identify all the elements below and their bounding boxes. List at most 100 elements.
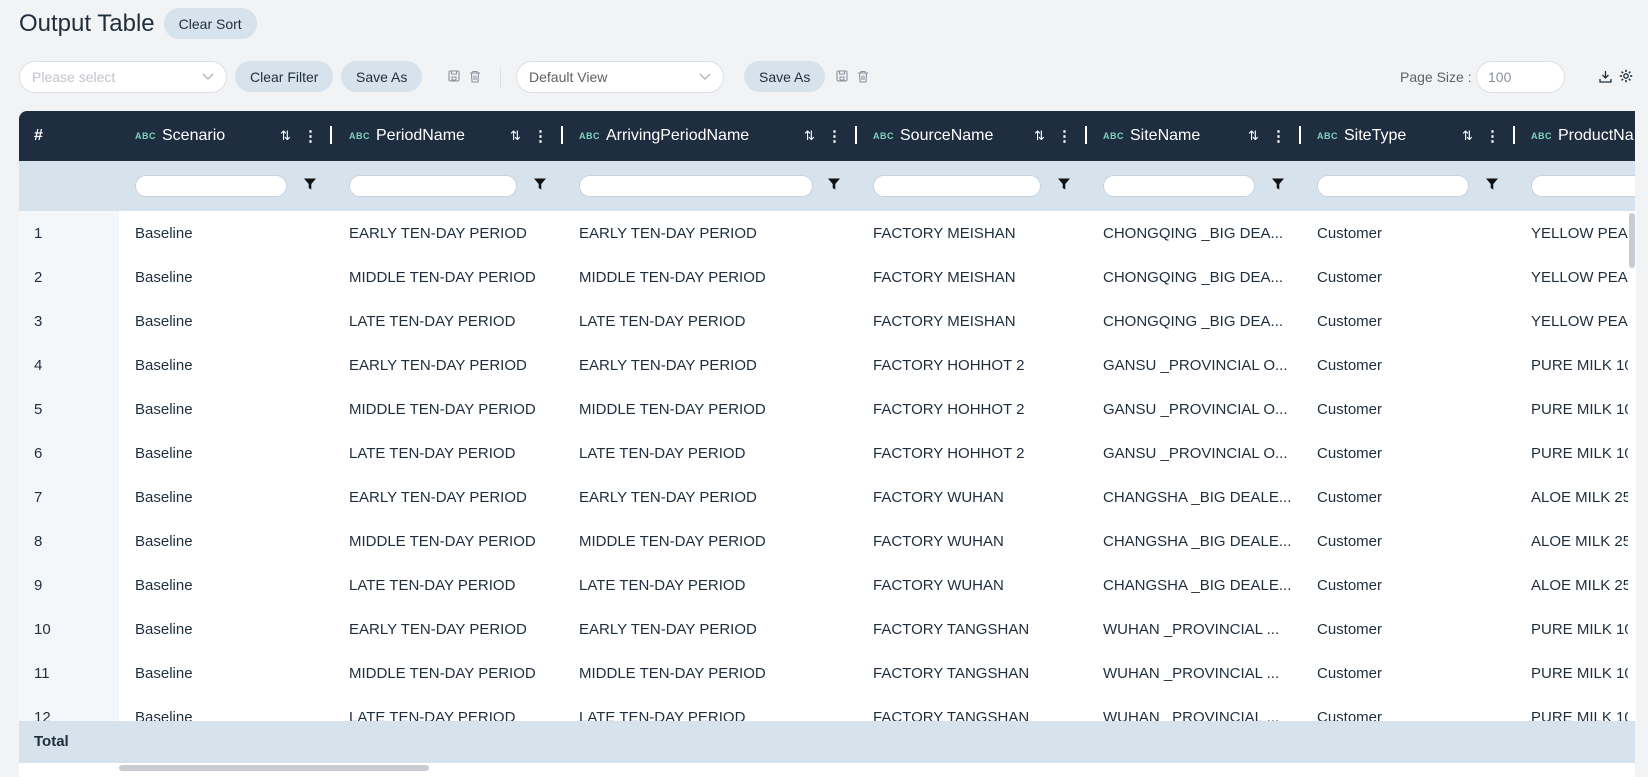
table-cell: Baseline	[135, 533, 193, 550]
filter-icon[interactable]	[827, 177, 841, 193]
row-index: 8	[34, 533, 43, 550]
table-row[interactable]: 2 Baseline MIDDLE TEN-DAY PERIOD MIDDLE TEN…	[19, 255, 1635, 299]
sort-icon[interactable]: ⇅	[1248, 128, 1259, 144]
column-filter-input[interactable]	[1531, 175, 1635, 197]
filter-icon[interactable]	[1271, 177, 1285, 193]
page-size-label: Page Size :	[1400, 69, 1472, 85]
download-icon[interactable]	[1598, 68, 1612, 84]
column-resize-handle[interactable]	[330, 126, 332, 144]
toolbar: Please select Clear Filter Save As Defau…	[19, 61, 1648, 93]
table-row[interactable]: 8 Baseline MIDDLE TEN-DAY PERIOD MIDDLE TEN…	[19, 519, 1635, 563]
column-filter-input[interactable]	[349, 175, 517, 197]
column-resize-handle[interactable]	[1085, 126, 1087, 144]
table-cell: EARLY TEN-DAY PERIOD	[349, 225, 527, 242]
save-icon[interactable]	[447, 68, 461, 84]
more-vertical-icon[interactable]: ⋮	[533, 127, 548, 145]
row-index: 7	[34, 489, 43, 506]
table-cell: PURE MILK 10	[1531, 709, 1633, 721]
gear-icon[interactable]	[1619, 68, 1633, 84]
column-header-productname[interactable]: ProductNa	[1558, 127, 1634, 145]
table-cell: Baseline	[135, 269, 193, 286]
column-header-scenario[interactable]: Scenario	[162, 127, 225, 145]
table-row[interactable]: 10 Baseline EARLY TEN-DAY PERIOD EARLY TEN-…	[19, 607, 1635, 651]
sort-icon[interactable]: ⇅	[510, 128, 521, 144]
table-row[interactable]: 11 Baseline MIDDLE TEN-DAY PERIOD MIDDLE TE…	[19, 651, 1635, 695]
table-cell: Customer	[1317, 665, 1383, 682]
column-header-sitetype[interactable]: SiteType	[1344, 127, 1406, 145]
table-cell: Baseline	[135, 665, 193, 682]
table-row[interactable]: 9 Baseline LATE TEN-DAY PERIOD LATE TEN-DAY…	[19, 563, 1635, 607]
table-cell: PURE MILK 10	[1531, 621, 1633, 638]
vertical-scrollbar-track[interactable]	[1628, 211, 1636, 721]
table-cell: FACTORY MEISHAN	[873, 269, 1016, 286]
more-vertical-icon[interactable]: ⋮	[827, 127, 842, 145]
view-select[interactable]: Default View	[516, 61, 724, 93]
filter-icon[interactable]	[1485, 177, 1499, 193]
table-cell: LATE TEN-DAY PERIOD	[349, 709, 516, 721]
table-row[interactable]: 1 Baseline EARLY TEN-DAY PERIOD EARLY TEN-D…	[19, 211, 1635, 255]
clear-sort-button[interactable]: Clear Sort	[163, 8, 257, 39]
table-cell: EARLY TEN-DAY PERIOD	[579, 621, 757, 638]
filter-icon[interactable]	[533, 177, 547, 193]
column-header-periodname[interactable]: PeriodName	[376, 127, 465, 145]
table-row[interactable]: 4 Baseline EARLY TEN-DAY PERIOD EARLY TEN-D…	[19, 343, 1635, 387]
table-cell: Baseline	[135, 621, 193, 638]
table-cell: EARLY TEN-DAY PERIOD	[349, 621, 527, 638]
sort-icon[interactable]: ⇅	[1462, 128, 1473, 144]
trash-icon[interactable]	[468, 68, 482, 84]
column-filter-input[interactable]	[1317, 175, 1469, 197]
more-vertical-icon[interactable]: ⋮	[303, 127, 318, 145]
more-vertical-icon[interactable]: ⋮	[1271, 127, 1286, 145]
column-resize-handle[interactable]	[1299, 126, 1301, 144]
filter-icon[interactable]	[303, 177, 317, 193]
column-header-sitename[interactable]: SiteName	[1130, 127, 1200, 145]
save-as-view-button[interactable]: Save As	[744, 61, 826, 92]
table-cell: Baseline	[135, 709, 193, 721]
table-cell: MIDDLE TEN-DAY PERIOD	[349, 269, 536, 286]
table-body: 1 Baseline EARLY TEN-DAY PERIOD EARLY TEN-D…	[19, 211, 1635, 721]
table-row[interactable]: 6 Baseline LATE TEN-DAY PERIOD LATE TEN-DAY…	[19, 431, 1635, 475]
filter-icon[interactable]	[1057, 177, 1071, 193]
column-filter-input[interactable]	[579, 175, 813, 197]
filter-select[interactable]: Please select	[19, 61, 227, 93]
column-filter-input[interactable]	[135, 175, 287, 197]
page-size-input[interactable]: 100	[1476, 61, 1565, 93]
table-row[interactable]: 12 Baseline LATE TEN-DAY PERIOD LATE TEN-DA…	[19, 695, 1635, 721]
table-row[interactable]: 5 Baseline MIDDLE TEN-DAY PERIOD MIDDLE TEN…	[19, 387, 1635, 431]
sort-icon[interactable]: ⇅	[804, 128, 815, 144]
abc-type-icon: ABC	[1317, 131, 1338, 141]
more-vertical-icon[interactable]: ⋮	[1485, 127, 1500, 145]
column-resize-handle[interactable]	[855, 126, 857, 144]
table-cell: Baseline	[135, 445, 193, 462]
abc-type-icon: ABC	[349, 131, 370, 141]
table-cell: GANSU _PROVINCIAL O...	[1103, 401, 1288, 418]
table-row[interactable]: 7 Baseline EARLY TEN-DAY PERIOD EARLY TEN-D…	[19, 475, 1635, 519]
row-index: 10	[34, 621, 51, 638]
clear-filter-button[interactable]: Clear Filter	[235, 61, 334, 92]
table-cell: PURE MILK 10	[1531, 665, 1633, 682]
save-icon[interactable]	[835, 68, 849, 84]
column-filter-input[interactable]	[1103, 175, 1255, 197]
table-cell: GANSU _PROVINCIAL O...	[1103, 357, 1288, 374]
toolbar-divider	[500, 67, 501, 87]
table-cell: LATE TEN-DAY PERIOD	[579, 577, 746, 594]
table-cell: YELLOW PEAC	[1531, 313, 1635, 330]
column-header-arrivingperiodname[interactable]: ArrivingPeriodName	[606, 127, 749, 145]
table-cell: Customer	[1317, 401, 1383, 418]
column-filter-input[interactable]	[873, 175, 1041, 197]
table-cell: Customer	[1317, 357, 1383, 374]
vertical-scrollbar-thumb[interactable]	[1629, 213, 1635, 268]
save-as-filter-button[interactable]: Save As	[341, 61, 423, 92]
table-row[interactable]: 3 Baseline LATE TEN-DAY PERIOD LATE TEN-DAY…	[19, 299, 1635, 343]
sort-icon[interactable]: ⇅	[280, 128, 291, 144]
more-vertical-icon[interactable]: ⋮	[1057, 127, 1072, 145]
horizontal-scrollbar-thumb[interactable]	[119, 765, 429, 771]
trash-icon[interactable]	[856, 68, 870, 84]
sort-icon[interactable]: ⇅	[1034, 128, 1045, 144]
column-header-sourcename[interactable]: SourceName	[900, 127, 993, 145]
table-cell: EARLY TEN-DAY PERIOD	[349, 357, 527, 374]
column-resize-handle[interactable]	[1513, 126, 1515, 144]
chevron-down-icon	[202, 70, 214, 84]
column-resize-handle[interactable]	[561, 126, 563, 144]
row-index: 1	[34, 225, 43, 242]
